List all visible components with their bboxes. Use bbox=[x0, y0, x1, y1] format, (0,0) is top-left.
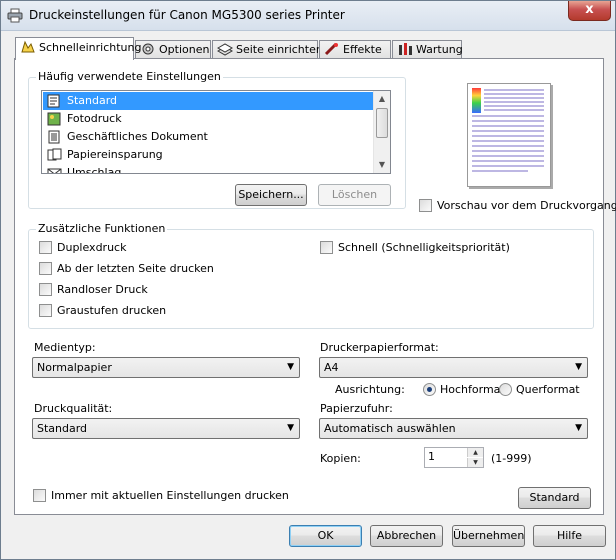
dropdown-arrow-icon: ▼ bbox=[287, 423, 294, 433]
orientation-label: Ausrichtung: bbox=[335, 383, 405, 396]
window-title: Druckeinstellungen für Canon MG5300 seri… bbox=[29, 8, 345, 22]
restore-defaults-button[interactable]: Standard bbox=[518, 487, 591, 509]
last-page-first-checkbox[interactable]: Ab der letzten Seite drucken bbox=[39, 262, 214, 278]
tab-effekte[interactable]: Effekte bbox=[319, 40, 391, 59]
fast-checkbox[interactable]: Schnell (Schnelligkeitspriorität) bbox=[320, 241, 510, 257]
checkbox-box[interactable] bbox=[39, 283, 52, 296]
radio-dot[interactable] bbox=[423, 383, 436, 396]
copies-spinner[interactable]: 1 ▲ ▼ bbox=[424, 447, 484, 468]
common-settings-list[interactable]: Standard Fotodruck Geschäftliches Dokume… bbox=[41, 90, 391, 174]
scroll-thumb[interactable] bbox=[376, 108, 388, 138]
additional-functions-group: Zusätzliche Funktionen Duplexdruck Ab de… bbox=[28, 222, 594, 329]
list-item-standard[interactable]: Standard bbox=[43, 92, 374, 110]
copies-range: (1-999) bbox=[491, 452, 532, 465]
photo-print-icon bbox=[47, 112, 61, 126]
apply-button[interactable]: Übernehmen bbox=[452, 525, 525, 547]
duplex-checkbox[interactable]: Duplexdruck bbox=[39, 241, 126, 257]
tab-wartung[interactable]: Wartung bbox=[392, 40, 463, 59]
list-item-umschlag[interactable]: Umschlag bbox=[43, 164, 374, 173]
dropdown-arrow-icon: ▼ bbox=[575, 362, 582, 372]
print-preview-thumbnail bbox=[467, 83, 551, 187]
checkbox-box[interactable] bbox=[320, 241, 333, 254]
radio-dot[interactable] bbox=[499, 383, 512, 396]
print-settings-window: Druckeinstellungen für Canon MG5300 seri… bbox=[0, 0, 616, 560]
copies-label: Kopien: bbox=[320, 452, 361, 465]
quick-setup-icon bbox=[21, 40, 35, 53]
paper-format-select[interactable]: A4 ▼ bbox=[319, 357, 588, 378]
always-print-current-checkbox[interactable]: Immer mit aktuellen Einstellungen drucke… bbox=[33, 489, 289, 505]
dropdown-arrow-icon: ▼ bbox=[575, 423, 582, 433]
paper-source-select[interactable]: Automatisch auswählen ▼ bbox=[319, 418, 588, 439]
borderless-checkbox[interactable]: Randloser Druck bbox=[39, 283, 148, 299]
list-item-geschaeftliches-dokument[interactable]: Geschäftliches Dokument bbox=[43, 128, 374, 146]
additional-functions-label: Zusätzliche Funktionen bbox=[36, 222, 168, 235]
quality-label: Druckqualität: bbox=[34, 402, 113, 415]
scroll-down-icon[interactable]: ▼ bbox=[374, 157, 390, 173]
preview-before-print-checkbox[interactable]: Vorschau vor dem Druckvorgang bbox=[419, 199, 616, 215]
tab-seite-einrichten[interactable]: Seite einrichten bbox=[212, 40, 323, 59]
tab-schnelleinrichtung[interactable]: Schnelleinrichtung bbox=[15, 37, 142, 60]
checkbox-box[interactable] bbox=[39, 241, 52, 254]
paper-source-label: Papierzufuhr: bbox=[320, 402, 393, 415]
paper-format-label: Druckerpapierformat: bbox=[320, 341, 439, 354]
envelope-icon bbox=[47, 168, 62, 173]
checkbox-box[interactable] bbox=[33, 489, 46, 502]
printer-icon bbox=[7, 8, 23, 23]
paper-saving-icon bbox=[47, 148, 62, 161]
scroll-up-icon[interactable]: ▲ bbox=[374, 91, 390, 107]
title-bar: Druckeinstellungen für Canon MG5300 seri… bbox=[1, 1, 615, 31]
page-setup-icon bbox=[217, 43, 233, 56]
standard-icon bbox=[47, 94, 60, 108]
spin-down-icon[interactable]: ▼ bbox=[467, 458, 483, 467]
quick-setup-panel: Häufig verwendete Einstellungen Standard… bbox=[14, 58, 616, 515]
business-document-icon bbox=[48, 130, 60, 144]
delete-button[interactable]: Löschen bbox=[318, 184, 391, 206]
checkbox-box[interactable] bbox=[39, 304, 52, 317]
cancel-button[interactable]: Abbrechen bbox=[370, 525, 443, 547]
tab-optionen[interactable]: Optionen bbox=[135, 40, 211, 59]
common-settings-label: Häufig verwendete Einstellungen bbox=[36, 70, 223, 83]
media-type-select[interactable]: Normalpapier ▼ bbox=[32, 357, 300, 378]
spin-up-icon[interactable]: ▲ bbox=[467, 448, 483, 457]
media-type-label: Medientyp: bbox=[34, 341, 96, 354]
list-scrollbar[interactable]: ▲ ▼ bbox=[373, 91, 390, 173]
checkbox-box[interactable] bbox=[39, 262, 52, 275]
save-button[interactable]: Speichern... bbox=[235, 184, 307, 206]
preview-page-icon bbox=[472, 88, 544, 172]
landscape-radio[interactable]: Querformat bbox=[499, 383, 580, 397]
portrait-radio[interactable]: Hochformat bbox=[423, 383, 505, 397]
list-item-fotodruck[interactable]: Fotodruck bbox=[43, 110, 374, 128]
close-button[interactable]: x bbox=[568, 1, 611, 21]
options-icon bbox=[142, 43, 154, 55]
maintenance-icon bbox=[399, 43, 412, 55]
dropdown-arrow-icon: ▼ bbox=[287, 362, 294, 372]
checkbox-box[interactable] bbox=[419, 199, 432, 212]
effects-icon bbox=[324, 42, 338, 56]
ok-button[interactable]: OK bbox=[289, 525, 362, 547]
grayscale-checkbox[interactable]: Graustufen drucken bbox=[39, 304, 166, 320]
list-item-papiereinsparung[interactable]: Papiereinsparung bbox=[43, 146, 374, 164]
quality-select[interactable]: Standard ▼ bbox=[32, 418, 300, 439]
common-settings-group: Häufig verwendete Einstellungen Standard… bbox=[28, 70, 406, 209]
help-button[interactable]: Hilfe bbox=[533, 525, 606, 547]
